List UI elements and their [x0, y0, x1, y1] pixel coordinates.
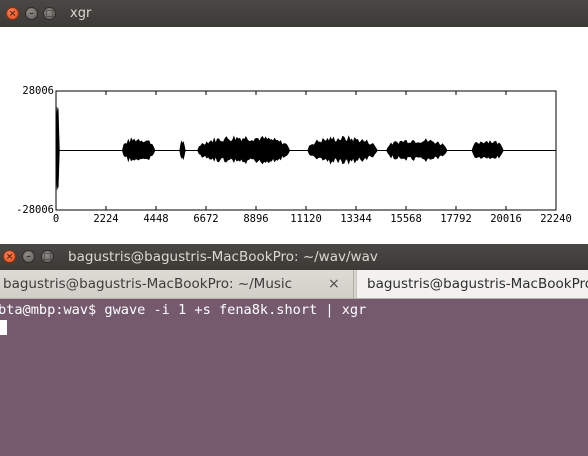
waveform-burst	[55, 106, 60, 190]
x-tick-label: 15568	[390, 213, 422, 225]
x-tick-label: 8896	[243, 213, 268, 225]
desktop: × – □ xgr 0 2224 4448 6672 8896 11120 13344 155…	[0, 0, 588, 456]
tab-bar: bagustris@bagustris-MacBookPro: ~/Music …	[0, 270, 588, 299]
terminal-titlebar[interactable]: × – □ bagustris@bagustris-MacBookPro: ~/…	[0, 244, 588, 270]
command-line: bta@mbp:wav$ gwave -i 1 +s fena8k.short …	[0, 302, 367, 318]
minimize-icon[interactable]: –	[25, 7, 38, 20]
x-tick-label: 2224	[93, 213, 118, 225]
close-icon[interactable]: ×	[3, 250, 16, 263]
waveform-burst	[307, 135, 387, 165]
waveform-plot: 0 2224 4448 6672 8896 11120 13344 15568 17792 200…	[16, 85, 572, 225]
tab-label: bagustris@bagustris-MacBookPro: ~/wav/wa…	[367, 276, 588, 292]
tab-music[interactable]: bagustris@bagustris-MacBookPro: ~/Music	[0, 270, 354, 298]
window-title: xgr	[70, 6, 92, 21]
waveform-burst	[386, 138, 457, 162]
text-cursor	[0, 320, 7, 335]
xgr-window: × – □ xgr 0 2224 4448 6672 8896 11120 13344 155…	[0, 0, 588, 246]
window-title: bagustris@bagustris-MacBookPro: ~/wav/wa…	[68, 249, 378, 265]
terminal-window: × – □ bagustris@bagustris-MacBookPro: ~/…	[0, 244, 588, 456]
x-tick-label: 6672	[193, 213, 218, 225]
waveform-burst	[471, 140, 508, 160]
tab-label: bagustris@bagustris-MacBookPro: ~/Music	[3, 276, 293, 292]
waveform-burst	[197, 135, 304, 165]
y-tick-label-min: -28006	[16, 204, 54, 216]
x-tick-label: 17792	[440, 213, 472, 225]
maximize-icon[interactable]: □	[41, 250, 54, 263]
waveform-burst	[179, 140, 186, 160]
tab-wav[interactable]: bagustris@bagustris-MacBookPro: ~/wav/wa…	[356, 270, 588, 298]
y-tick-label-max: 28006	[22, 85, 54, 97]
tab-close-icon[interactable]: ×	[328, 270, 340, 298]
x-tick-label: 13344	[340, 213, 372, 225]
x-tick-label: 20016	[490, 213, 522, 225]
x-tick-label: 22240	[540, 213, 572, 225]
x-tick-label: 4448	[143, 213, 168, 225]
minimize-icon[interactable]: –	[22, 250, 35, 263]
terminal-output[interactable]: bta@mbp:wav$ gwave -i 1 +s fena8k.short …	[0, 299, 588, 456]
maximize-icon[interactable]: □	[43, 7, 56, 20]
x-tick-label: 11120	[290, 213, 322, 225]
waveform-burst	[121, 137, 160, 163]
waveform-canvas[interactable]: 0 2224 4448 6672 8896 11120 13344 15568 17792 200…	[0, 27, 588, 246]
close-icon[interactable]: ×	[6, 7, 19, 20]
xgr-titlebar[interactable]: × – □ xgr	[0, 0, 588, 27]
